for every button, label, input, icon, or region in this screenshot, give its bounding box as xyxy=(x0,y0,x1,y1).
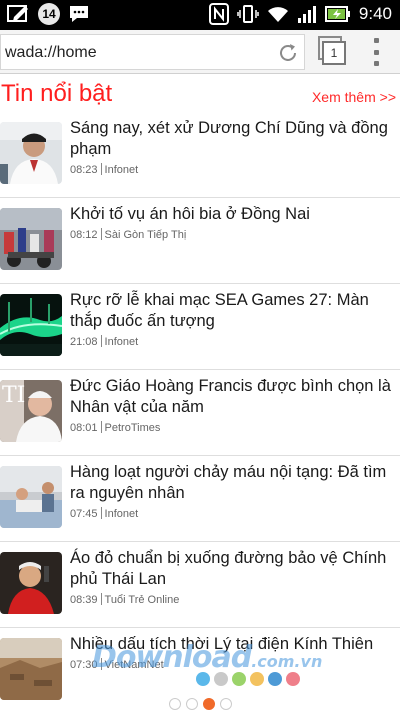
news-source: Infonet xyxy=(104,336,139,348)
news-title[interactable]: Sáng nay, xét xử Dương Chí Dũng và đồng … xyxy=(70,118,392,160)
news-thumbnail[interactable] xyxy=(0,208,62,270)
status-bar: 14 9:40 xyxy=(0,0,400,30)
news-title[interactable]: Khởi tố vụ án hôi bia ở Đồng Nai xyxy=(70,204,392,225)
tab-count: 1 xyxy=(322,41,346,65)
news-title[interactable]: Hàng loạt người chảy máu nội tạng: Đã tì… xyxy=(70,462,392,504)
page-dot[interactable] xyxy=(219,698,232,710)
news-thumbnail[interactable] xyxy=(0,294,62,356)
news-meta: 08:12 Sài Gòn Tiếp Thị xyxy=(70,228,186,241)
see-more-link[interactable]: Xem thêm >> xyxy=(312,89,396,105)
news-time: 07:30 xyxy=(70,659,98,671)
news-thumbnail[interactable] xyxy=(0,466,62,528)
page-dot-active[interactable] xyxy=(202,698,215,710)
news-item[interactable]: Áo đỏ chuẩn bị xuống đường bảo vệ Chính … xyxy=(0,542,400,628)
news-title[interactable]: Rực rỡ lễ khai mạc SEA Games 27: Màn thắ… xyxy=(70,290,392,332)
page-indicator xyxy=(0,698,400,711)
news-thumbnail[interactable]: TI xyxy=(0,380,62,442)
news-time: 08:12 xyxy=(70,229,98,241)
news-time: 21:08 xyxy=(70,336,98,348)
page-dot[interactable] xyxy=(185,698,198,710)
nfc-icon xyxy=(208,3,229,25)
news-list: Sáng nay, xét xử Dương Chí Dũng và đồng … xyxy=(0,112,400,711)
news-source: VietNamNet xyxy=(104,659,164,671)
browser-toolbar: wada://home 1 xyxy=(0,30,400,74)
news-thumbnail[interactable] xyxy=(0,638,62,700)
news-meta: 07:30 VietNamNet xyxy=(70,658,164,671)
news-time: 08:01 xyxy=(70,422,98,434)
clock: 9:40 xyxy=(358,4,392,23)
news-item[interactable]: Hàng loạt người chảy máu nội tạng: Đã tì… xyxy=(0,456,400,542)
news-item[interactable]: Rực rỡ lễ khai mạc SEA Games 27: Màn thắ… xyxy=(0,284,400,370)
news-item[interactable]: Khởi tố vụ án hôi bia ở Đồng Nai 08:12 Sà… xyxy=(0,198,400,284)
news-source: Sài Gòn Tiếp Thị xyxy=(104,229,187,241)
news-source: PetroTimes xyxy=(104,422,161,434)
section-header: Tin nổi bật Xem thêm >> xyxy=(0,78,400,112)
vibrate-icon xyxy=(237,3,259,25)
signal-icon xyxy=(297,4,317,24)
news-time: 07:45 xyxy=(70,508,98,520)
overflow-menu-icon[interactable] xyxy=(370,38,382,66)
battery-charging-icon xyxy=(324,4,351,24)
chat-bubble-icon xyxy=(68,4,90,24)
url-text[interactable]: wada://home xyxy=(5,44,97,62)
wifi-icon xyxy=(267,4,289,24)
news-source: Infonet xyxy=(104,508,139,520)
news-source: Infonet xyxy=(104,164,139,176)
news-time: 08:23 xyxy=(70,164,98,176)
news-meta: 08:23 Infonet xyxy=(70,163,138,176)
news-title[interactable]: Áo đỏ chuẩn bị xuống đường bảo vệ Chính … xyxy=(70,548,392,590)
edit-note-icon xyxy=(6,3,30,25)
watermark-dots xyxy=(196,672,300,686)
address-bar[interactable]: wada://home xyxy=(0,34,305,70)
reload-icon[interactable] xyxy=(277,42,299,69)
news-thumbnail[interactable] xyxy=(0,122,62,184)
news-meta: 08:39 Tuổi Trẻ Online xyxy=(70,593,179,606)
news-item[interactable]: Sáng nay, xét xử Dương Chí Dũng và đồng … xyxy=(0,112,400,198)
news-title[interactable]: Nhiều dấu tích thời Lý tại điện Kính Thi… xyxy=(70,634,392,655)
news-meta: 21:08 Infonet xyxy=(70,335,138,348)
news-time: 08:39 xyxy=(70,594,98,606)
news-meta: 07:45 Infonet xyxy=(70,507,138,520)
svg-text:TI: TI xyxy=(2,383,25,408)
news-thumbnail[interactable] xyxy=(0,552,62,614)
section-title: Tin nổi bật xyxy=(1,80,113,107)
news-meta: 08:01 PetroTimes xyxy=(70,421,160,434)
tabs-button[interactable]: 1 xyxy=(318,36,348,66)
notification-count-badge: 14 xyxy=(38,3,60,25)
news-source: Tuổi Trẻ Online xyxy=(104,594,180,606)
page-dot[interactable] xyxy=(168,698,181,710)
news-title[interactable]: Đức Giáo Hoàng Francis được bình chọn là… xyxy=(70,376,392,418)
news-item[interactable]: TI Đức Giáo Hoàng Francis được bình chọn… xyxy=(0,370,400,456)
